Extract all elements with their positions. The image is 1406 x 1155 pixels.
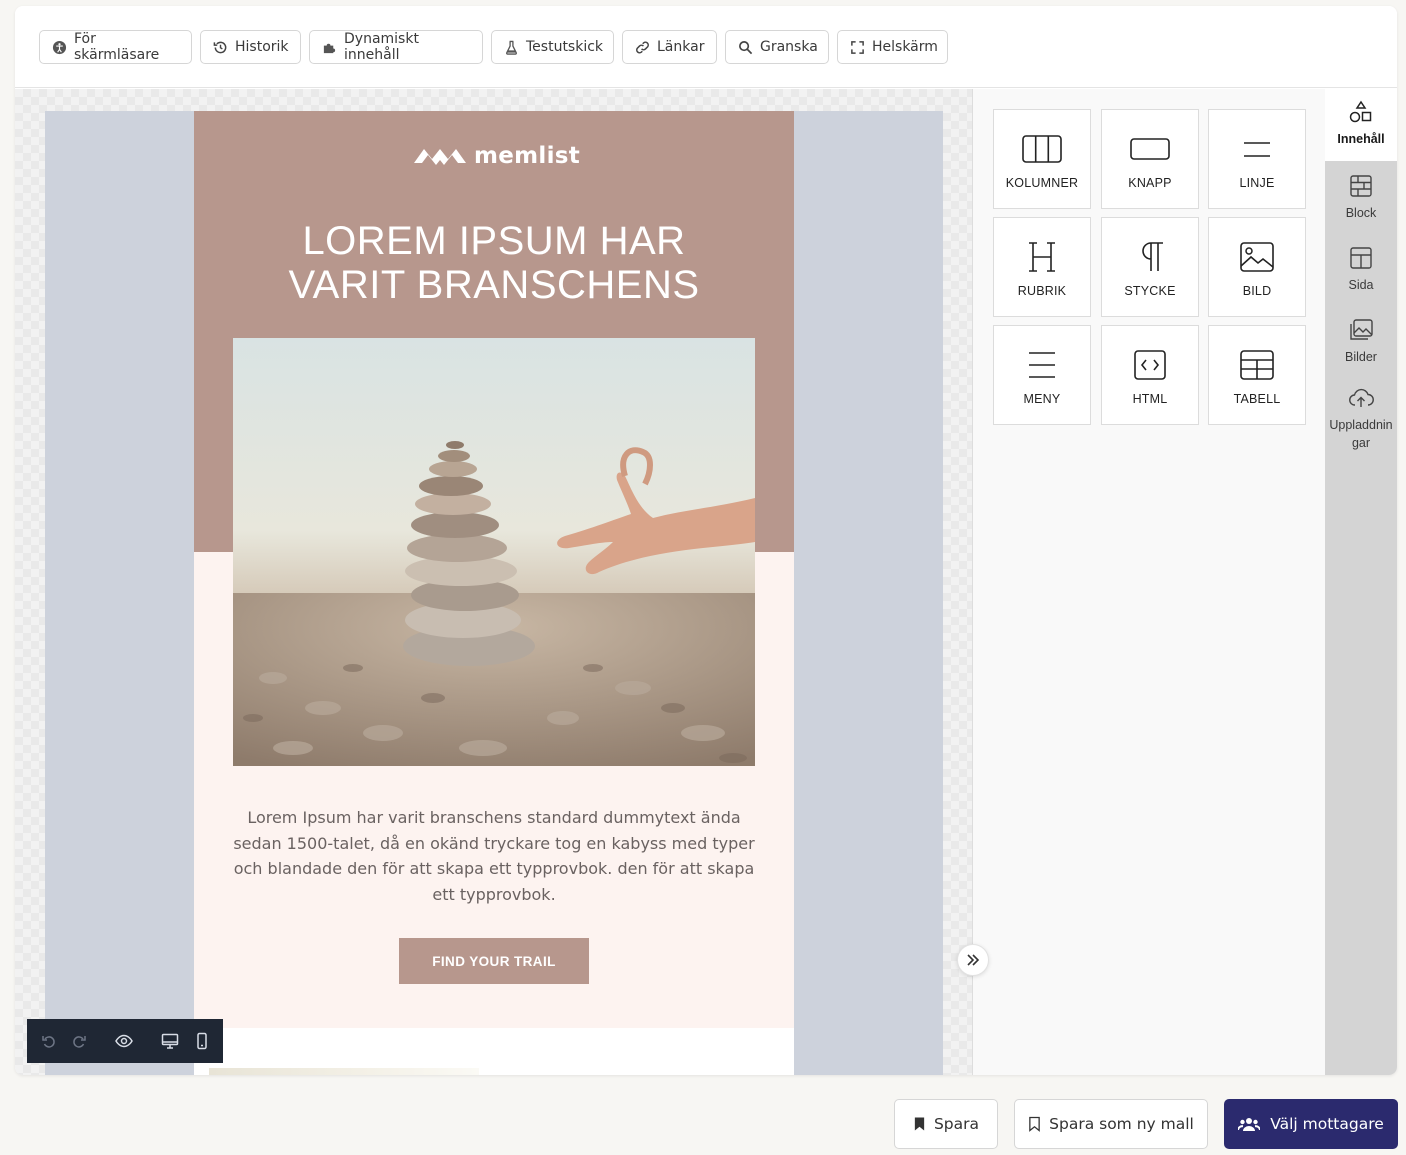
tile-table[interactable]: TABELL xyxy=(1208,325,1306,425)
tile-label: MENY xyxy=(1023,392,1061,406)
editor-toolbar: För skärmläsare Historik Dynamiskt inneh… xyxy=(15,6,1397,88)
email-logo[interactable]: memlist xyxy=(414,141,580,171)
test-send-label: Testutskick xyxy=(526,39,604,55)
fullscreen-label: Helskärm xyxy=(872,39,938,55)
double-chevron-right-icon xyxy=(967,954,980,966)
headline-line-1: LOREM IPSUM HAR xyxy=(302,219,686,263)
email-body[interactable]: memlist LOREM IPSUM HAR VARIT BRANSCHENS xyxy=(194,111,794,1075)
tile-image[interactable]: BILD xyxy=(1208,217,1306,317)
table-icon xyxy=(1240,350,1274,380)
tile-label: KNAPP xyxy=(1128,176,1172,190)
save-label: Spara xyxy=(933,1115,980,1133)
image-icon xyxy=(1240,242,1274,272)
links-button[interactable]: Länkar xyxy=(622,30,717,64)
shapes-icon xyxy=(1349,100,1372,123)
tile-label: TABELL xyxy=(1233,392,1281,406)
tab-label: Sida xyxy=(1348,278,1374,292)
puzzle-icon xyxy=(323,43,336,53)
choose-recipients-label: Välj mottagare xyxy=(1270,1115,1384,1133)
email-headline[interactable]: LOREM IPSUM HAR VARIT BRANSCHENS xyxy=(194,219,794,307)
flask-icon xyxy=(506,40,517,55)
editor-view-controls xyxy=(27,1019,223,1063)
desktop-view-icon[interactable] xyxy=(161,1032,179,1050)
cloud-upload-icon xyxy=(1349,388,1374,407)
fullscreen-button[interactable]: Helskärm xyxy=(837,30,948,64)
heading-icon xyxy=(1029,242,1055,272)
fullscreen-icon xyxy=(851,40,864,54)
logo-text: memlist xyxy=(474,143,581,169)
undo-icon[interactable] xyxy=(41,1032,57,1050)
tab-label: Block xyxy=(1345,206,1377,220)
save-as-template-label: Spara som ny mall xyxy=(1049,1115,1194,1133)
mobile-view-icon[interactable] xyxy=(193,1032,211,1050)
tile-label: LINJE xyxy=(1239,176,1275,190)
history-label: Historik xyxy=(235,39,289,55)
dynamic-content-label: Dynamiskt innehåll xyxy=(344,31,419,63)
find-your-trail-button[interactable]: FIND YOUR TRAIL xyxy=(399,938,589,984)
tile-label: BILD xyxy=(1242,284,1272,298)
dynamic-content-button[interactable]: Dynamiskt innehåll xyxy=(309,30,483,64)
search-icon xyxy=(739,40,753,54)
tile-label: STYCKE xyxy=(1124,284,1176,298)
collapse-panel-button[interactable] xyxy=(957,944,989,976)
button-icon xyxy=(1130,138,1170,160)
tile-label: KOLUMNER xyxy=(1005,176,1079,190)
tile-label: RUBRIK xyxy=(1017,284,1067,298)
paragraph-icon xyxy=(1142,242,1163,271)
editor-card: För skärmläsare Historik Dynamiskt inneh… xyxy=(15,6,1397,1075)
tile-columns[interactable]: KOLUMNER xyxy=(993,109,1091,209)
email-body-text[interactable]: Lorem Ipsum har varit branschens standar… xyxy=(232,805,756,907)
side-tabs: Innehåll Block Sida Bilder Uppladdningar xyxy=(1325,89,1397,1075)
preview-eye-icon[interactable] xyxy=(115,1032,133,1050)
divider-icon xyxy=(1244,142,1270,157)
tab-content[interactable]: Innehåll xyxy=(1325,89,1397,161)
email-canvas[interactable]: memlist LOREM IPSUM HAR VARIT BRANSCHENS xyxy=(15,89,972,1075)
review-button[interactable]: Granska xyxy=(725,30,829,64)
block-icon xyxy=(1350,175,1372,197)
tile-label: HTML xyxy=(1132,392,1168,406)
tab-block[interactable]: Block xyxy=(1325,173,1397,222)
bookmark-filled-icon xyxy=(914,1117,925,1131)
users-icon xyxy=(1238,1118,1261,1131)
bookmark-outline-icon xyxy=(1029,1116,1040,1132)
save-as-template-button[interactable]: Spara som ny mall xyxy=(1014,1099,1208,1149)
links-label: Länkar xyxy=(657,39,705,55)
tile-html[interactable]: HTML xyxy=(1101,325,1199,425)
html-code-icon xyxy=(1134,350,1166,380)
images-icon xyxy=(1350,319,1373,340)
screen-reader-label: För skärmläsare xyxy=(74,31,160,63)
email-outer-background: memlist LOREM IPSUM HAR VARIT BRANSCHENS xyxy=(45,111,943,1075)
memlist-logo-icon xyxy=(414,149,466,165)
tab-page[interactable]: Sida xyxy=(1325,245,1397,294)
content-panel: KOLUMNER KNAPP LINJE RUBRIK STYCKE BILD … xyxy=(972,89,1325,1075)
menu-icon xyxy=(1029,352,1055,378)
choose-recipients-button[interactable]: Välj mottagare xyxy=(1224,1099,1398,1149)
next-section-image xyxy=(209,1068,479,1075)
review-label: Granska xyxy=(760,39,818,55)
history-button[interactable]: Historik xyxy=(200,30,301,64)
screen-reader-button[interactable]: För skärmläsare xyxy=(39,30,192,64)
accessibility-icon xyxy=(52,40,67,54)
tile-divider[interactable]: LINJE xyxy=(1208,109,1306,209)
tile-paragraph[interactable]: STYCKE xyxy=(1101,217,1199,317)
columns-icon xyxy=(1022,135,1062,163)
hero-image[interactable] xyxy=(233,338,755,766)
save-button[interactable]: Spara xyxy=(894,1099,998,1149)
tab-uploads[interactable]: Uppladdningar xyxy=(1325,385,1397,452)
tile-menu[interactable]: MENY xyxy=(993,325,1091,425)
history-icon xyxy=(213,41,227,53)
headline-line-2: VARIT BRANSCHENS xyxy=(288,263,700,307)
redo-icon[interactable] xyxy=(71,1032,87,1050)
page-layout-icon xyxy=(1350,247,1372,269)
tile-heading[interactable]: RUBRIK xyxy=(993,217,1091,317)
tab-label: Bilder xyxy=(1345,350,1377,364)
email-next-section[interactable] xyxy=(194,1028,794,1075)
tab-label: Innehåll xyxy=(1337,132,1385,146)
test-send-button[interactable]: Testutskick xyxy=(491,30,614,64)
tile-button[interactable]: KNAPP xyxy=(1101,109,1199,209)
tab-label: Uppladdningar xyxy=(1329,418,1393,450)
link-icon xyxy=(636,41,649,53)
tab-images[interactable]: Bilder xyxy=(1325,317,1397,366)
